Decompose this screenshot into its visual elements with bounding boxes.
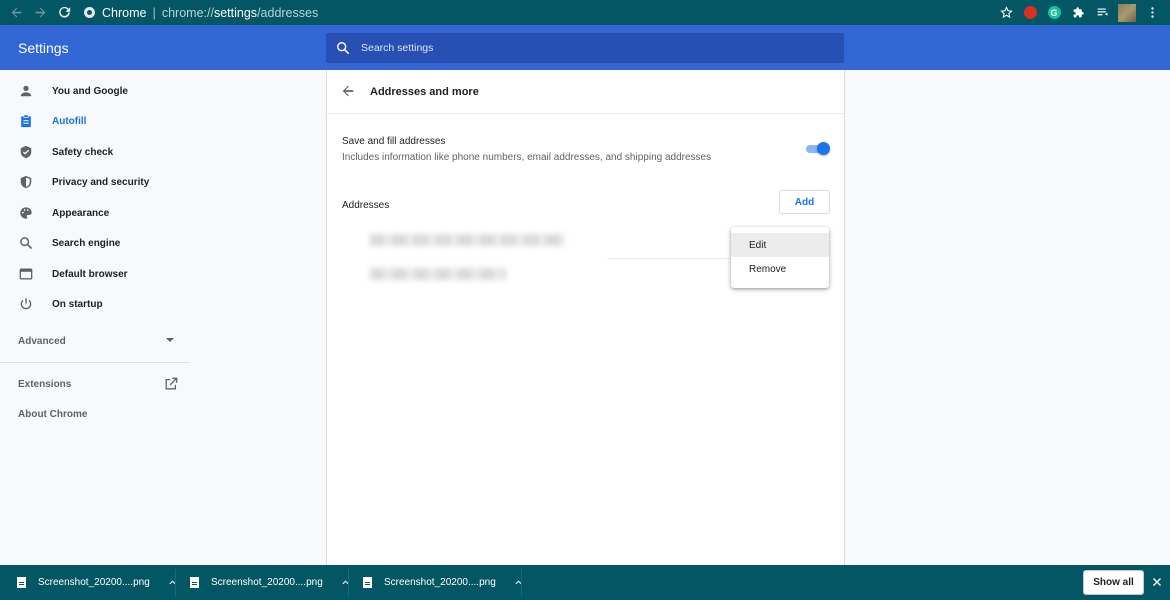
- save-fill-toggle[interactable]: [806, 142, 830, 156]
- sidebar-item-label: Autofill: [52, 115, 87, 127]
- download-filename: Screenshot_20200....png: [211, 577, 323, 588]
- sidebar-item-you-and-google[interactable]: You and Google: [0, 76, 190, 106]
- download-item[interactable]: Screenshot_20200....png: [190, 565, 350, 600]
- card-divider: [327, 113, 844, 114]
- browser-menu-button[interactable]: [1140, 0, 1164, 25]
- toolbar-actions: G: [994, 0, 1164, 25]
- settings-header: Settings: [0, 25, 1170, 70]
- sidebar-item-label: Search engine: [52, 237, 121, 249]
- sidebar-item-search-engine[interactable]: Search engine: [0, 228, 190, 258]
- download-separator: [348, 569, 349, 596]
- sidebar-item-label: Appearance: [52, 207, 110, 219]
- palette-icon: [19, 206, 33, 220]
- sidebar-extensions[interactable]: Extensions: [18, 379, 71, 390]
- back-arrow-icon[interactable]: [341, 84, 355, 98]
- show-all-button[interactable]: Show all: [1083, 570, 1144, 595]
- download-bar: Screenshot_20200....png Screenshot_20200…: [0, 565, 1170, 600]
- omnibox-separator: |: [152, 5, 156, 20]
- search-box[interactable]: [326, 33, 844, 63]
- extensions-button[interactable]: [1066, 0, 1090, 25]
- browser-toolbar: Chrome | chrome://settings/addresses G: [0, 0, 1170, 25]
- clipboard-icon: [19, 114, 33, 128]
- reload-button[interactable]: [52, 0, 76, 25]
- download-separator: [175, 569, 176, 596]
- reading-list-icon: [1097, 8, 1107, 16]
- grammarly-button[interactable]: G: [1042, 0, 1066, 25]
- download-item[interactable]: Screenshot_20200....png: [17, 565, 177, 600]
- arrow-left-icon: [11, 7, 21, 18]
- forward-button[interactable]: [28, 0, 52, 25]
- search-icon: [337, 42, 350, 55]
- sidebar-item-on-startup[interactable]: On startup: [0, 289, 190, 319]
- download-separator: [521, 569, 522, 596]
- bookmark-star-button[interactable]: [994, 0, 1018, 25]
- sidebar-item-label: You and Google: [52, 85, 128, 97]
- sidebar-item-label: Privacy and security: [52, 176, 150, 188]
- sidebar: You and Google Autofill Safety check Pri…: [0, 70, 190, 565]
- person-icon: [19, 84, 33, 98]
- close-icon[interactable]: [1151, 576, 1163, 588]
- sidebar-item-autofill[interactable]: Autofill: [0, 106, 190, 136]
- save-fill-label: Save and fill addresses: [342, 136, 446, 147]
- url-host: chrome://: [161, 5, 214, 20]
- omnibox-site-label: Chrome: [102, 5, 147, 20]
- menu-item-edit[interactable]: Edit: [731, 233, 829, 257]
- url-path-rest: /addresses: [257, 5, 319, 20]
- search-input[interactable]: [361, 42, 811, 54]
- url-path-strong: settings: [213, 5, 258, 20]
- addresses-section-label: Addresses: [342, 200, 390, 211]
- address-row-divider: [607, 258, 732, 259]
- back-button[interactable]: [4, 0, 28, 25]
- puzzle-icon: [1073, 7, 1084, 18]
- extension-red-button[interactable]: [1018, 0, 1042, 25]
- download-filename: Screenshot_20200....png: [384, 577, 496, 588]
- address-entry-redacted[interactable]: [370, 234, 565, 246]
- search-icon: [19, 236, 33, 250]
- page-title: Addresses and more: [370, 86, 479, 98]
- reload-icon: [58, 6, 70, 18]
- file-icon: [17, 577, 26, 588]
- power-icon: [19, 297, 33, 311]
- browser-icon: [19, 267, 33, 281]
- sidebar-item-label: On startup: [52, 298, 103, 310]
- sidebar-item-safety-check[interactable]: Safety check: [0, 137, 190, 167]
- star-icon: [999, 6, 1013, 19]
- grammarly-icon: G: [1047, 6, 1061, 19]
- sidebar-divider: [0, 362, 190, 363]
- extension-red-icon: [1023, 6, 1037, 19]
- shield-icon: [19, 175, 33, 189]
- open-in-new-icon[interactable]: [164, 377, 178, 391]
- sidebar-item-label: Safety check: [52, 146, 114, 158]
- profile-avatar[interactable]: [1118, 3, 1136, 22]
- file-icon: [190, 577, 199, 588]
- save-fill-description: Includes information like phone numbers,…: [342, 152, 712, 163]
- address-context-menu: Edit Remove: [731, 227, 829, 288]
- reading-list-button[interactable]: [1090, 0, 1114, 25]
- toggle-knob: [817, 142, 830, 155]
- sidebar-item-appearance[interactable]: Appearance: [0, 198, 190, 228]
- sidebar-item-label: Default browser: [52, 268, 128, 280]
- omnibox[interactable]: Chrome | chrome://settings/addresses: [84, 0, 994, 25]
- add-address-button[interactable]: Add: [779, 190, 830, 214]
- chevron-down-icon[interactable]: [166, 338, 174, 342]
- download-item[interactable]: Screenshot_20200....png: [363, 565, 523, 600]
- download-filename: Screenshot_20200....png: [38, 577, 150, 588]
- addresses-card: Addresses and more Save and fill address…: [326, 70, 845, 565]
- sidebar-item-default-browser[interactable]: Default browser: [0, 259, 190, 289]
- arrow-right-icon: [35, 7, 45, 18]
- chrome-site-icon: [84, 7, 95, 18]
- file-icon: [363, 577, 372, 588]
- settings-title: Settings: [18, 40, 69, 56]
- shield-check-icon: [19, 145, 33, 159]
- sidebar-advanced[interactable]: Advanced: [18, 336, 66, 347]
- sidebar-item-privacy-security[interactable]: Privacy and security: [0, 167, 190, 197]
- address-entry-redacted[interactable]: [370, 268, 506, 280]
- kebab-menu-icon: [1150, 7, 1154, 18]
- menu-item-remove[interactable]: Remove: [731, 257, 829, 281]
- sidebar-about-chrome[interactable]: About Chrome: [18, 409, 87, 420]
- omnibox-url: chrome://settings/addresses: [162, 6, 318, 20]
